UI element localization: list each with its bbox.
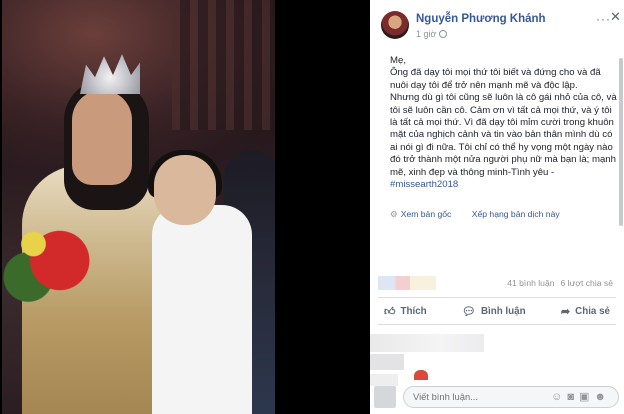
share-arrow-icon: ➦ [560,305,571,318]
thumbs-up-icon: 👍︎ [384,305,396,318]
like-button[interactable]: 👍︎ Thích [384,305,427,318]
blurred-comment [370,354,404,370]
see-original-label: Xem bản gốc [400,209,452,219]
viewer-backdrop [277,0,370,414]
globe-icon [439,30,448,38]
reaction-icons-blurred[interactable] [378,276,436,290]
post-scrollbar[interactable] [619,58,623,226]
author-avatar[interactable] [381,11,409,39]
comments-section [370,328,624,388]
like-label: Thích [400,305,427,317]
comments-count[interactable]: 41 bình luận [507,278,554,288]
hashtag-link[interactable]: #missearth2018 [390,179,618,191]
comment-composer: ☺◙▣☻ [370,380,624,414]
stage-lights [172,0,272,130]
viewer-avatar [374,386,396,408]
close-icon[interactable]: ✕ [610,9,621,25]
more-icon[interactable]: ··· [596,12,611,26]
comment-input[interactable] [413,391,543,402]
post-text: Mẹ, Ông đã dạy tôi mọi thứ tôi biết và đ… [390,55,618,191]
emoji-icon[interactable]: ☺ [551,391,567,403]
author-name[interactable]: Nguyễn Phương Khánh [416,13,546,25]
shares-count[interactable]: 6 lượt chia sẻ [561,278,613,288]
post-time-label[interactable]: 1 giờ [416,29,436,39]
comment-button[interactable]: 💬︎ Bình luận [462,305,526,318]
share-button[interactable]: ➦ Chia sẻ [561,305,610,318]
post-time[interactable]: 1 giờ [416,29,448,39]
mother-figure [152,205,252,414]
mother-face [154,155,216,225]
photo-viewer[interactable] [0,0,277,414]
post-body-text: Mẹ, Ông đã dạy tôi mọi thứ tôi biết và đ… [390,55,617,178]
camera-icon[interactable]: ◙ [567,391,579,403]
comment-label: Bình luận [480,305,526,317]
composer-icons: ☺◙▣☻ [551,390,611,403]
winner-face [72,90,132,185]
translation-row: ⚙ Xem bản gốc Xếp hạng bản dịch này [390,209,569,220]
blurred-avatar [414,370,428,380]
action-bar: 👍︎ Thích 💬︎ Bình luận ➦ Chia sẻ [378,297,616,325]
post-photo[interactable] [2,0,275,414]
gear-icon: ⚙ [390,209,398,219]
rate-translation-link[interactable]: Xếp hạng bản dịch này [472,209,560,219]
share-label: Chia sẻ [575,305,610,317]
blurred-comment [370,334,484,352]
gif-icon[interactable]: ▣ [579,391,594,403]
reactions-bar: 41 bình luận 6 lượt chia sẻ [370,272,624,296]
sticker-icon[interactable]: ☻ [594,391,611,403]
flower-bouquet [2,200,107,310]
comment-bubble-icon: 💬︎ [461,305,476,318]
post-header: Nguyễn Phương Khánh 1 giờ ··· ✕ [370,0,624,48]
post-stats: 41 bình luận 6 lượt chia sẻ [507,278,613,288]
post-panel: Nguyễn Phương Khánh 1 giờ ··· ✕ Mẹ, Ông … [370,0,624,414]
see-original-link[interactable]: ⚙ Xem bản gốc [390,209,460,219]
comment-box[interactable]: ☺◙▣☻ [403,386,619,408]
